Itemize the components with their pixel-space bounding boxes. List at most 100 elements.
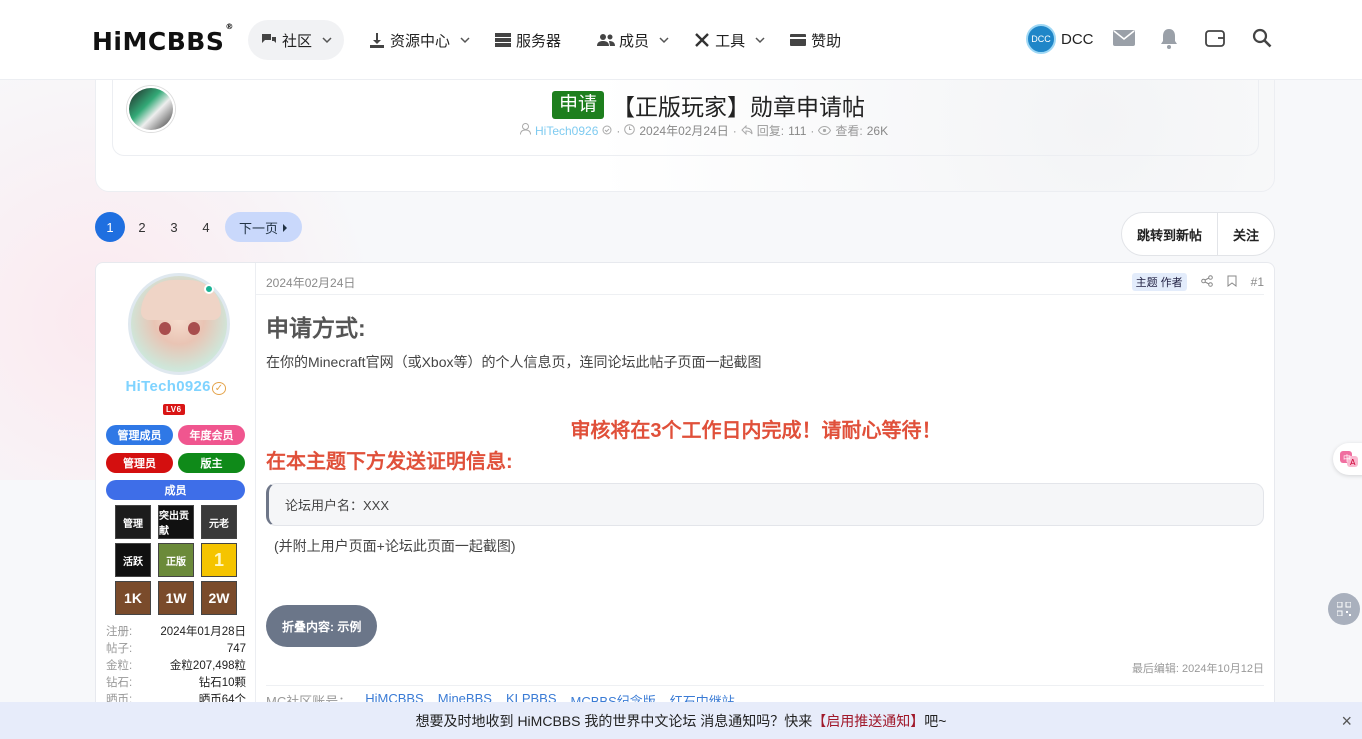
user-stats: 注册: 2024年01月28日 帖子: 747 金粒: 金粒207,498粒 钻石: 钻… (106, 624, 246, 709)
divider (266, 685, 1264, 686)
separator: · (616, 123, 621, 138)
medal-item[interactable]: 活跃 (115, 543, 151, 577)
translate-icon[interactable]: 中A (1333, 443, 1362, 475)
replies-count: 111 (788, 123, 807, 138)
post-date[interactable]: 2024年02月24日 (266, 274, 355, 291)
medal-item[interactable]: 突出贡献 (158, 505, 194, 539)
svg-text:A: A (1350, 458, 1356, 467)
stat-row: 钻石: 钻石10颗 (106, 675, 246, 692)
medal-item[interactable]: 1W (158, 581, 194, 615)
close-icon[interactable]: × (1341, 711, 1352, 732)
bell-icon[interactable] (1158, 27, 1180, 49)
search-icon[interactable] (1251, 27, 1273, 49)
server-icon (494, 32, 512, 48)
user-title-badge: 管理成员 (106, 425, 173, 445)
user-title-badge: 版主 (178, 453, 245, 473)
page-3-button[interactable]: 3 (159, 212, 189, 242)
attach-note: (并附上用户页面+论坛此页面一起截图) (274, 538, 516, 554)
nav-item-members[interactable]: 成员 (585, 20, 681, 60)
chevron-down-icon (322, 35, 332, 45)
chevron-down-icon (460, 35, 470, 45)
chevron-down-icon (755, 35, 765, 45)
level-badge: LV6 (163, 404, 185, 415)
qr-code-icon[interactable] (1328, 593, 1360, 625)
medal-item[interactable]: 正版 (158, 543, 194, 577)
thread-actions: 跳转到新帖 关注 (1121, 212, 1276, 256)
nav-item-servers[interactable]: 服务器 (482, 20, 573, 60)
stat-value[interactable]: 747 (227, 641, 246, 658)
avatar: DCC (1026, 24, 1056, 54)
user-menu[interactable]: DCC DCC (1026, 24, 1094, 54)
next-page-label: 下一页 (239, 220, 279, 236)
stat-row: 帖子: 747 (106, 641, 246, 658)
post-user-panel: HiTech0926 ✓ LV6 管理成员 年度会员 管理员 版主 成员 管理 突… (96, 263, 256, 721)
page-4-button[interactable]: 4 (191, 212, 221, 242)
enable-push-link[interactable]: 【启用推送通知】 (812, 711, 924, 731)
separator: · (810, 123, 815, 138)
logo-registered-mark: ® (225, 21, 234, 31)
caret-right-icon (282, 220, 288, 235)
stat-row: 注册: 2024年01月28日 (106, 624, 246, 641)
medal-item[interactable]: 管理 (115, 505, 151, 539)
post-number[interactable]: #1 (1251, 275, 1264, 289)
stat-key: 帖子: (106, 643, 133, 655)
chat-icon (260, 32, 278, 48)
page-2-button[interactable]: 2 (127, 212, 157, 242)
send-heading: 在本主题下方发送证明信息: (266, 451, 513, 473)
share-icon[interactable] (1200, 274, 1213, 290)
stat-value: 金粒207,498粒 (169, 660, 246, 672)
page-1-button[interactable]: 1 (95, 212, 125, 242)
stat-value: 2024年01月28日 (160, 626, 246, 638)
nav-item-sponsor[interactable]: 赞助 (777, 20, 853, 60)
medal-item[interactable]: 1 (201, 543, 237, 577)
notice-text-end: 吧~ (924, 712, 947, 729)
users-icon (597, 32, 616, 48)
nav-item-resources[interactable]: 资源中心 (356, 20, 482, 60)
op-badge: 主题 作者 (1131, 273, 1187, 291)
verified-icon (602, 124, 612, 138)
user-icon (520, 123, 531, 138)
spoiler-button[interactable]: 折叠内容: 示例 (266, 605, 378, 647)
next-page-button[interactable]: 下一页 (225, 212, 303, 242)
post-body: 2024年02月24日 主题 作者 #1 申请方式: 在你的Minecraft官… (256, 263, 1274, 721)
nav-item-community[interactable]: 社区 (248, 20, 345, 60)
review-notice: 审核将在3个工作日内完成！请耐心等待！ (570, 420, 942, 442)
main-nav: 社区 资源中心 服务器 成员 工具 赞助 (248, 20, 853, 60)
clock-icon (624, 123, 636, 138)
post-heading: 申请方式: (266, 315, 366, 341)
wallet-icon[interactable] (1204, 27, 1226, 49)
user-title-badge: 成员 (106, 480, 245, 500)
thread-starter-avatar[interactable] (127, 86, 175, 132)
jump-to-new-button[interactable]: 跳转到新帖 (1122, 213, 1217, 255)
post-username[interactable]: HiTech0926 ✓ (96, 378, 256, 395)
nav-label-tools: 工具 (715, 32, 746, 50)
views-count: 26K (866, 123, 889, 138)
card-icon (789, 32, 807, 48)
separator: · (732, 123, 737, 138)
follow-button[interactable]: 关注 (1217, 213, 1274, 255)
stat-value: 钻石10颗 (198, 677, 246, 689)
nav-label-community: 社区 (282, 32, 313, 50)
notice-text: 想要及时地收到 HiMCBBS 我的世界中文论坛 消息通知吗？快来 (415, 712, 813, 729)
quote-block: 论坛用户名：XXX (266, 483, 1264, 526)
thread-prefix-badge[interactable]: 申请 (552, 91, 605, 119)
medal-item[interactable]: 2W (201, 581, 237, 615)
bookmark-icon[interactable] (1227, 275, 1237, 290)
post: HiTech0926 ✓ LV6 管理成员 年度会员 管理员 版主 成员 管理 突… (95, 262, 1275, 722)
replies-label: 回复: (756, 124, 785, 138)
medal-item[interactable]: 元老 (201, 505, 237, 539)
stat-key: 金粒: (106, 660, 133, 672)
thread-title-text: 【正版玩家】勋章申请帖 (612, 94, 866, 120)
thread-date: 2024年02月24日 (639, 124, 729, 138)
medal-item[interactable]: 1K (115, 581, 151, 615)
reply-icon (741, 124, 753, 138)
thread-author-link[interactable]: HiTech0926 (535, 124, 598, 138)
envelope-icon[interactable] (1113, 27, 1135, 49)
thread-title: 申请 【正版玩家】勋章申请帖 (552, 88, 865, 122)
site-logo[interactable]: HiMCBBS® (92, 22, 234, 56)
nav-item-tools[interactable]: 工具 (681, 20, 777, 60)
tools-icon (693, 32, 711, 48)
last-edited: 最后编辑: 2024年10月12日 (1131, 663, 1264, 675)
post-avatar[interactable] (128, 273, 230, 375)
user-name: DCC (1061, 30, 1094, 48)
